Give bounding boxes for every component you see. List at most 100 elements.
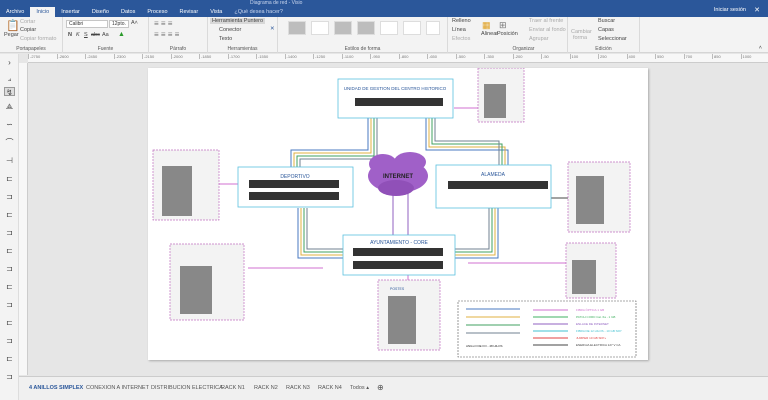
shape-style-6[interactable] (403, 21, 421, 35)
fill-button[interactable]: Relleno (452, 18, 471, 24)
close-icon[interactable]: ✕ (754, 6, 760, 14)
stencil-shape-icon[interactable]: ⊏ (4, 210, 15, 219)
page-tab-conexion[interactable]: CONEXION A INTERNET (86, 385, 149, 391)
horizontal-ruler: -2750 -2600 -2450 -2300 -2150 -2000 -1850 -1700… (28, 54, 768, 63)
layers-button[interactable]: Capas (598, 27, 614, 33)
stencil-curve-icon[interactable]: ∽ (4, 120, 15, 129)
stencil-shape-icon[interactable]: ⊐ (4, 372, 15, 381)
legend-label: FIBRA ÓPTICA 1 GB (576, 307, 604, 312)
stencil-shape-icon[interactable]: ⊐ (4, 300, 15, 309)
position-button[interactable]: Posición (497, 31, 518, 37)
legend-label: ENERGIA ELECTRICA 127 V CA (576, 343, 621, 347)
position-icon: ⊞ (499, 20, 507, 30)
align-button[interactable]: Alinear (481, 31, 498, 37)
tab-diseno[interactable]: Diseño (86, 7, 115, 17)
ruler-tick: 850 (712, 54, 741, 59)
tab-inicio[interactable]: Inicio (30, 7, 56, 17)
page-tab-rack-n2[interactable]: RACK N2 (254, 385, 278, 391)
drawing-page[interactable]: UNIDAD DE GESTION DEL CENTRO HISTORICO D… (148, 67, 648, 360)
tab-insertar[interactable]: Insertar (55, 7, 86, 17)
shape-style-3[interactable] (334, 21, 352, 35)
ruler-tick: 100 (569, 54, 599, 59)
stencil-shape-icon[interactable]: ⊏ (4, 354, 15, 363)
font-size-select[interactable]: 12pto. (109, 20, 129, 28)
page-tab-all[interactable]: Todos ▴ (350, 385, 369, 391)
page-tab-rack-n4[interactable]: RACK N4 (318, 385, 342, 391)
ruler-tick: 700 (683, 54, 713, 59)
stencil-shape-icon[interactable]: ⊏ (4, 246, 15, 255)
page-tab-distribucion[interactable]: DISTRIBUCION ELECTRICA (151, 385, 223, 391)
cut-button[interactable]: Cortar (20, 19, 35, 25)
align-icon: ▦ (482, 20, 491, 30)
change-case-button[interactable]: Aa (102, 32, 109, 38)
ruler-tick: -800 (398, 54, 428, 59)
tab-proceso[interactable]: Proceso (141, 7, 173, 17)
title-bar: Diagrama de red - Visio Archivo Inicio I… (0, 0, 768, 17)
stencil-shape-icon[interactable]: ⊐ (4, 336, 15, 345)
ruler-tick: -1700 (227, 54, 257, 59)
stencil-connector-icon[interactable]: ↯ (4, 87, 15, 97)
page-tab-rack-n1[interactable]: RACK N1 (221, 385, 245, 391)
underline-button[interactable]: S (84, 32, 88, 38)
group-button[interactable]: Agrupar (529, 36, 549, 42)
tools-group: Herramienta Puntero Conector Texto ✕ Her… (208, 17, 278, 53)
shape-style-4[interactable] (357, 21, 375, 35)
strikethrough-button[interactable]: abc (91, 32, 100, 38)
connector-tool-button[interactable]: Conector (219, 27, 241, 33)
align-top-icon[interactable]: ≡ ≡ ≡ (154, 19, 172, 28)
shape-style-5[interactable] (380, 21, 398, 35)
tab-archivo[interactable]: Archivo (0, 7, 30, 17)
effects-button[interactable]: Efectos (452, 36, 470, 42)
collapse-ribbon-icon[interactable]: ˄ (759, 45, 762, 51)
stencil-shape-icon[interactable]: ⊐ (4, 228, 15, 237)
shape-styles-label: Estilos de forma (344, 46, 381, 52)
stencil-shape-icon[interactable]: ⟁ (4, 102, 15, 111)
italic-button[interactable]: K (76, 32, 80, 38)
stencil-shape-icon[interactable]: ⟓ (4, 74, 15, 83)
font-color-icon[interactable]: ▲ (118, 31, 125, 38)
tab-datos[interactable]: Datos (115, 7, 141, 17)
paragraph-label: Párrafo (169, 46, 187, 52)
sign-in-link[interactable]: Iniciar sesión (714, 7, 746, 13)
tab-revisar[interactable]: Revisar (174, 7, 205, 17)
bold-button[interactable]: N (68, 32, 72, 38)
close-tool-icon[interactable]: ✕ (270, 26, 275, 32)
shape-style-7[interactable] (426, 21, 440, 35)
ruler-tick: -950 (370, 54, 399, 59)
tell-me-search[interactable]: ¿Qué desea hacer? (234, 7, 283, 17)
text-tool-button[interactable]: Texto (219, 36, 232, 42)
stencil-shape-icon[interactable]: ⊏ (4, 318, 15, 327)
shape-style-1[interactable] (288, 21, 306, 35)
ruler-tick: -1100 (341, 54, 371, 59)
find-button[interactable]: Buscar (598, 18, 615, 24)
page-tab-rack-n3[interactable]: RACK N3 (286, 385, 310, 391)
shape-style-2[interactable] (311, 21, 329, 35)
stencil-arc-icon[interactable]: ⌒ (4, 138, 15, 147)
paste-button[interactable]: Pegar (4, 32, 19, 38)
ruler-tick: -1400 (284, 54, 314, 59)
stencil-shape-icon[interactable]: ⊐ (4, 264, 15, 273)
ruler-tick: -50 (541, 54, 570, 59)
stencil-shape-icon[interactable]: ⊏ (4, 174, 15, 183)
stencil-shape-icon[interactable]: ⊣ (4, 156, 15, 165)
change-shape-button[interactable]: Cambiar forma (571, 29, 592, 41)
copy-button[interactable]: Copiar (20, 27, 36, 33)
select-button[interactable]: Seleccionar (598, 36, 627, 42)
clipboard-label: Portapapeles (16, 46, 46, 52)
stencil-shape-icon[interactable]: ⊏ (4, 282, 15, 291)
stencil-expand-icon[interactable]: › (4, 58, 15, 67)
add-page-icon[interactable]: ⊕ (377, 383, 384, 392)
tab-vista[interactable]: Vista (204, 7, 228, 17)
format-painter-button[interactable]: Copiar formato (20, 36, 56, 42)
pointer-tool-button[interactable]: Herramienta Puntero (210, 18, 266, 24)
page-tab-4-anillos[interactable]: 4 ANILLOS SIMPLEX (29, 385, 83, 391)
send-back-button[interactable]: Enviar al fondo (529, 27, 566, 33)
align-left-icon[interactable]: ≡ ≡ ≡ ≡ (154, 30, 179, 39)
drawing-canvas[interactable]: UNIDAD DE GESTION DEL CENTRO HISTORICO D… (28, 63, 768, 375)
font-name-select[interactable]: Calibri (66, 20, 108, 28)
bring-front-button[interactable]: Traer al frente (529, 18, 563, 24)
grow-font-icon[interactable]: A˄ (131, 20, 138, 26)
line-button[interactable]: Línea (452, 27, 466, 33)
stencil-shape-icon[interactable]: ⊐ (4, 192, 15, 201)
arrange-label: Organizar (512, 46, 535, 52)
